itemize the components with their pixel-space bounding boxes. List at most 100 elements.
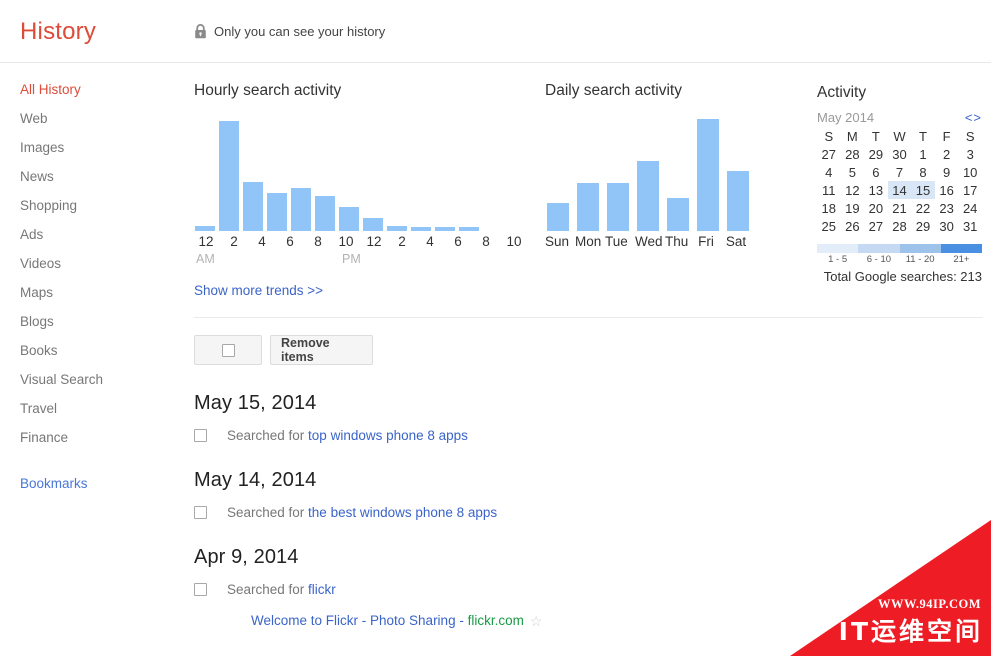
hourly-chart-bars <box>195 113 482 231</box>
select-all-button[interactable] <box>194 335 262 365</box>
calendar-day[interactable]: 7 <box>888 163 912 181</box>
calendar-day[interactable]: 21 <box>888 199 912 217</box>
hourly-axis-tick: 2 <box>398 234 406 249</box>
history-date-group: May 15, 2014 Searched for top windows pho… <box>194 392 894 445</box>
history-entry-checkbox[interactable] <box>194 429 207 442</box>
calendar-month-label: May 2014 <box>817 110 875 125</box>
history-entry-prefix: Searched for <box>227 505 309 520</box>
calendar-day[interactable]: 26 <box>841 217 865 235</box>
history-result-title-link[interactable]: Welcome to Flickr - Photo Sharing - <box>251 613 468 628</box>
calendar-day[interactable]: 2 <box>935 145 959 163</box>
sidebar-item-images[interactable]: Images <box>0 133 176 162</box>
calendar-day[interactable]: 31 <box>958 217 982 235</box>
privacy-note: Only you can see your history <box>194 24 385 39</box>
calendar-day[interactable]: 25 <box>817 217 841 235</box>
calendar-day[interactable]: 17 <box>958 181 982 199</box>
sidebar-item-all-history[interactable]: All History <box>0 75 176 104</box>
total-searches-text: Total Google searches: 213 <box>823 269 982 284</box>
calendar-day[interactable]: 30 <box>935 217 959 235</box>
calendar-nav[interactable]: <> <box>965 110 982 125</box>
daily-axis-tick: Mon <box>575 234 602 249</box>
calendar-week-row: 11 12 13 14 15 16 17 <box>817 181 982 199</box>
history-entry-checkbox[interactable] <box>194 583 207 596</box>
calendar-day[interactable]: 16 <box>935 181 959 199</box>
daily-bar <box>547 203 569 231</box>
hourly-axis-tick: 10 <box>338 234 354 249</box>
calendar-day[interactable]: 28 <box>888 217 912 235</box>
calendar-weekday: T <box>871 128 880 144</box>
calendar-weekday: F <box>942 128 951 144</box>
calendar-day[interactable]: 29 <box>864 145 888 163</box>
sidebar-item-finance[interactable]: Finance <box>0 423 176 452</box>
calendar-day[interactable]: 20 <box>864 199 888 217</box>
calendar-day[interactable]: 30 <box>888 145 912 163</box>
sidebar-item-web[interactable]: Web <box>0 104 176 133</box>
next-month-icon[interactable]: > <box>973 110 982 125</box>
daily-bar <box>697 119 719 231</box>
hourly-bar <box>195 226 215 231</box>
calendar-day[interactable]: 12 <box>841 181 865 199</box>
hourly-bar <box>435 227 455 231</box>
sidebar: All History Web Images News Shopping Ads… <box>0 75 176 498</box>
sidebar-item-blogs[interactable]: Blogs <box>0 307 176 336</box>
calendar-day[interactable]: 27 <box>864 217 888 235</box>
sidebar-item-travel[interactable]: Travel <box>0 394 176 423</box>
legend-swatch <box>817 244 859 253</box>
legend-swatch <box>858 244 900 253</box>
privacy-note-text: Only you can see your history <box>214 24 386 39</box>
calendar-day[interactable]: 4 <box>817 163 841 181</box>
calendar-day[interactable]: 8 <box>911 163 935 181</box>
calendar-day[interactable]: 18 <box>817 199 841 217</box>
sidebar-item-visual-search[interactable]: Visual Search <box>0 365 176 394</box>
sidebar-item-books[interactable]: Books <box>0 336 176 365</box>
hourly-axis-tick: 4 <box>258 234 266 249</box>
history-entry-prefix: Searched for <box>227 582 309 597</box>
calendar-weekday: W <box>893 128 906 144</box>
calendar-day[interactable]: 24 <box>958 199 982 217</box>
show-more-trends-link[interactable]: Show more trends >> <box>194 283 323 298</box>
calendar-day[interactable]: 1 <box>911 145 935 163</box>
daily-chart-bars <box>547 113 749 231</box>
calendar-week-row: 25 26 27 28 29 30 31 <box>817 217 982 235</box>
calendar-day[interactable]: 14 <box>887 181 912 199</box>
calendar-day[interactable]: 11 <box>817 181 841 199</box>
star-icon[interactable]: ☆ <box>530 614 543 628</box>
hourly-axis-pm-label: PM <box>342 252 361 266</box>
page-title: History <box>20 18 97 45</box>
sidebar-item-maps[interactable]: Maps <box>0 278 176 307</box>
calendar-day[interactable]: 6 <box>864 163 888 181</box>
calendar-day[interactable]: 28 <box>841 145 865 163</box>
calendar-day[interactable]: 9 <box>935 163 959 181</box>
sidebar-item-shopping[interactable]: Shopping <box>0 191 176 220</box>
history-entry-row: Searched for flickr <box>194 580 894 599</box>
sidebar-item-bookmarks[interactable]: Bookmarks <box>0 469 176 498</box>
calendar-day[interactable]: 5 <box>841 163 865 181</box>
legend-label: 6 - 10 <box>866 254 892 265</box>
history-entry-query-link[interactable]: the best windows phone 8 apps <box>308 505 497 520</box>
hourly-axis-tick: 4 <box>426 234 434 249</box>
daily-axis-tick: Sun <box>545 234 570 249</box>
remove-items-button[interactable]: Remove items <box>270 335 373 365</box>
calendar-day[interactable]: 10 <box>958 163 982 181</box>
activity-legend-gradient <box>817 244 982 253</box>
calendar-week-row: 18 19 20 21 22 23 24 <box>817 199 982 217</box>
calendar-day[interactable]: 19 <box>841 199 865 217</box>
calendar-day[interactable]: 3 <box>958 145 982 163</box>
sidebar-item-ads[interactable]: Ads <box>0 220 176 249</box>
calendar-day[interactable]: 15 <box>911 181 935 199</box>
history-page: History Only you can see your history Al… <box>0 0 991 656</box>
history-entry-checkbox[interactable] <box>194 506 207 519</box>
history-entry-query-link[interactable]: flickr <box>308 582 336 597</box>
calendar-day[interactable]: 13 <box>864 181 888 199</box>
sidebar-item-videos[interactable]: Videos <box>0 249 176 278</box>
history-entry-query-link[interactable]: top windows phone 8 apps <box>308 428 468 443</box>
select-all-checkbox[interactable] <box>221 343 235 357</box>
calendar-day[interactable]: 22 <box>911 199 935 217</box>
sidebar-item-news[interactable]: News <box>0 162 176 191</box>
hourly-chart-xaxis: 12 2 4 6 8 10 12 2 4 6 8 10 <box>194 234 521 249</box>
history-list: May 15, 2014 Searched for top windows pho… <box>194 392 894 654</box>
calendar-day[interactable]: 23 <box>935 199 959 217</box>
calendar-day[interactable]: 29 <box>911 217 935 235</box>
calendar-day[interactable]: 27 <box>817 145 841 163</box>
